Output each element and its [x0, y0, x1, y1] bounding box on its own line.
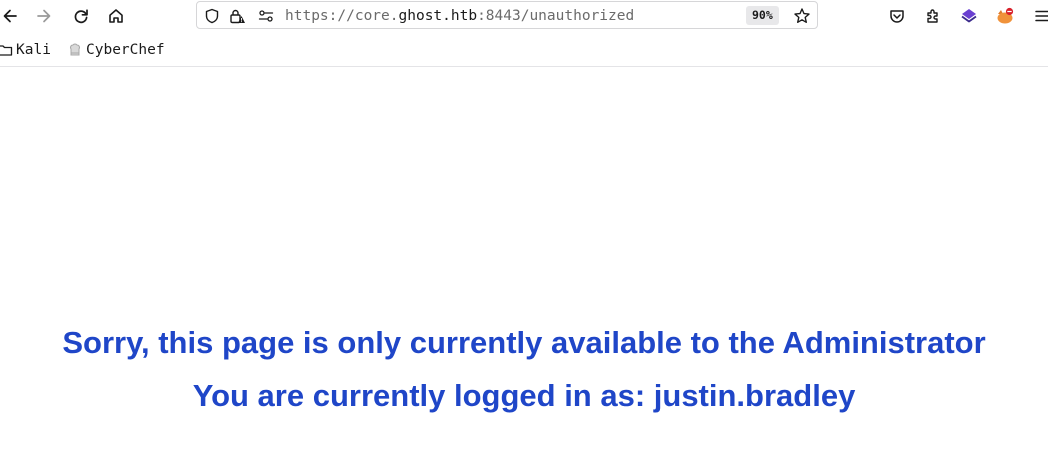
star-icon	[794, 8, 810, 23]
bookmark-star-button[interactable]	[792, 6, 812, 26]
insecure-lock-icon[interactable]	[228, 7, 246, 25]
purple-extension-icon	[961, 9, 977, 23]
bookmark-cyberchef[interactable]: CyberChef	[67, 40, 165, 60]
menu-icon	[1035, 10, 1048, 22]
back-button[interactable]	[0, 4, 22, 28]
bookmarks-toolbar: Kali CyberChef	[0, 36, 1048, 64]
url-bar[interactable]: https://core.ghost.htb:8443/unauthorized…	[196, 1, 818, 29]
permissions-icon[interactable]	[257, 7, 275, 25]
bookmark-kali[interactable]: Kali	[0, 40, 51, 60]
arrow-right-icon	[37, 9, 51, 23]
home-button[interactable]	[104, 4, 128, 28]
bookmark-label: CyberChef	[86, 42, 165, 58]
page-content: Sorry, this page is only currently avail…	[0, 67, 1048, 452]
pocket-button[interactable]	[885, 4, 909, 28]
extensions-button[interactable]	[921, 4, 945, 28]
foxyproxy-icon	[997, 7, 1014, 24]
logged-in-user-message: You are currently logged in as: justin.b…	[192, 378, 856, 413]
purple-extension-button[interactable]	[957, 4, 981, 28]
reload-icon	[74, 9, 88, 24]
url-scheme: https://	[285, 8, 355, 24]
arrow-left-icon	[3, 9, 17, 23]
home-icon	[109, 9, 123, 23]
pocket-icon	[890, 10, 904, 23]
url-subdomain: core.	[354, 8, 399, 24]
unauthorized-message: Sorry, this page is only currently avail…	[62, 325, 986, 360]
extensions-icon	[927, 9, 938, 23]
url-port-path: :8443/unauthorized	[477, 8, 635, 24]
tracking-shield-icon[interactable]	[203, 7, 221, 25]
folder-icon	[0, 42, 13, 58]
zoom-level-badge[interactable]: 90%	[746, 6, 779, 25]
forward-button[interactable]	[32, 4, 56, 28]
cyberchef-icon	[67, 42, 83, 58]
foxyproxy-button[interactable]	[993, 4, 1017, 28]
browser-toolbar: https://core.ghost.htb:8443/unauthorized…	[0, 0, 1048, 32]
bookmark-label: Kali	[16, 42, 51, 58]
url-host: ghost.htb	[398, 8, 478, 24]
app-menu-button[interactable]	[1030, 4, 1048, 28]
url-text[interactable]: https://core.ghost.htb:8443/unauthorized	[285, 6, 634, 26]
reload-button[interactable]	[69, 4, 93, 28]
